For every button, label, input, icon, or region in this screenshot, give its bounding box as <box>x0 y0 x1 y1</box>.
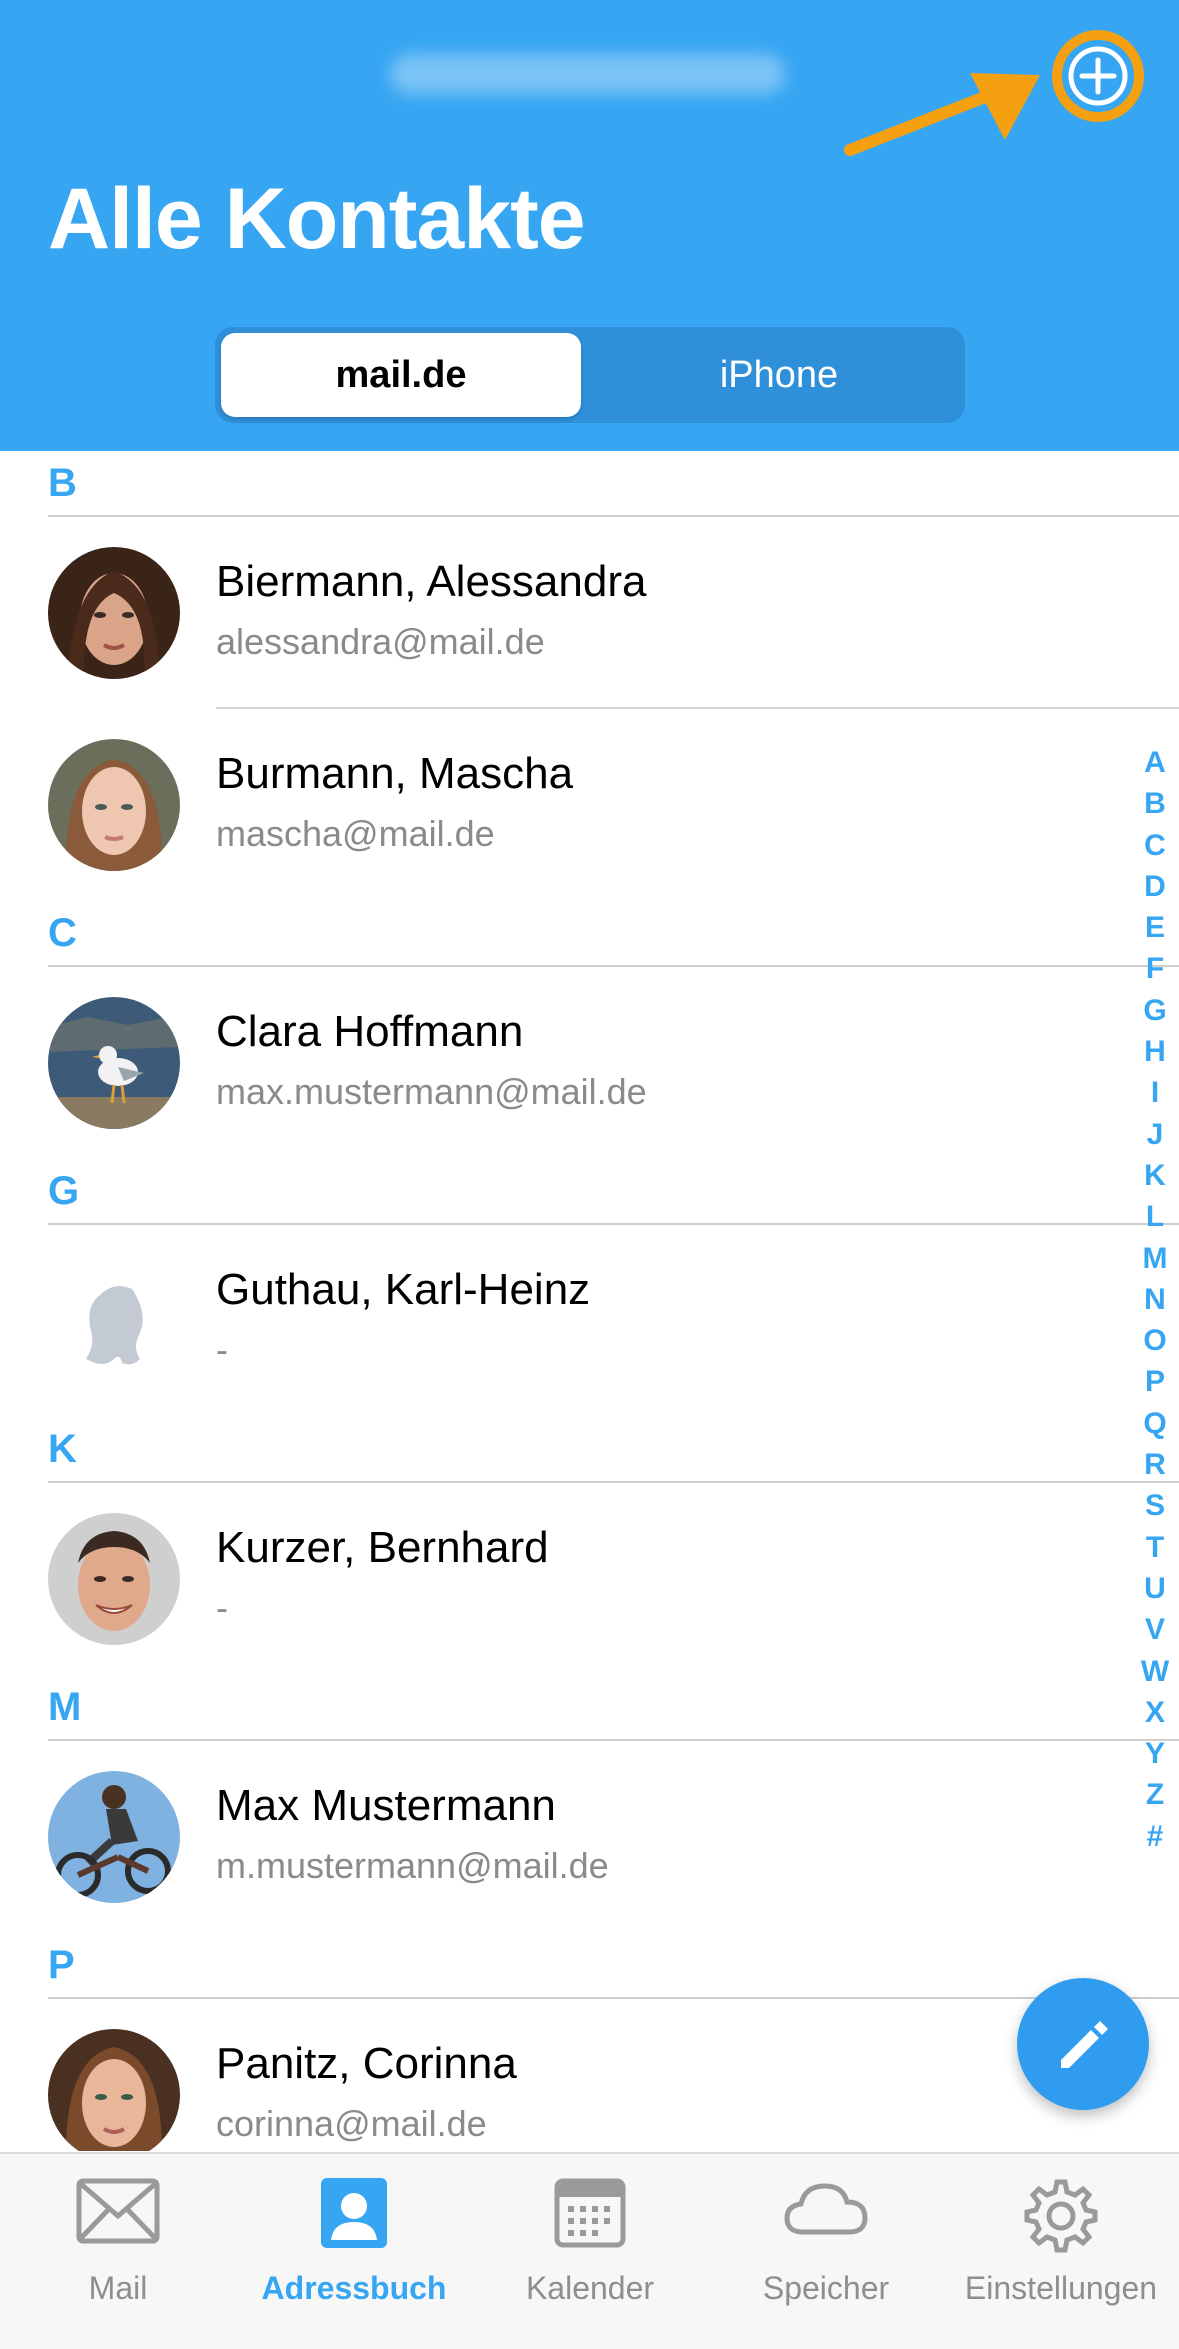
annotation-arrow-icon <box>844 73 1040 156</box>
contact-email: m.mustermann@mail.de <box>216 1845 609 1886</box>
tab-kalender[interactable]: Kalender <box>472 2154 708 2349</box>
plus-icon <box>1068 46 1128 106</box>
alphabet-index-letter[interactable]: P <box>1138 1361 1172 1402</box>
alphabet-index-letter[interactable]: L <box>1138 1196 1172 1237</box>
cloud-icon <box>784 2183 868 2235</box>
contact-name: Clara Hoffmann <box>216 1007 524 1056</box>
alphabet-index-letter[interactable]: D <box>1138 866 1172 907</box>
header: Alle Kontakte mail.de iPhone <box>0 0 1179 451</box>
contact-name: Guthau, Karl-Heinz <box>216 1265 591 1314</box>
contact-name: Kurzer, Bernhard <box>216 1523 549 1572</box>
alphabet-index-letter[interactable]: H <box>1138 1031 1172 1072</box>
contact-row[interactable]: Panitz, Corinna corinna@mail.de <box>0 1999 1130 2151</box>
contact-list[interactable]: B Biermann, Alessandra alessandra@mail.d… <box>0 451 1179 2151</box>
contact-name: Panitz, Corinna <box>216 2039 517 2088</box>
alphabet-index-letter[interactable]: F <box>1138 948 1172 989</box>
alphabet-index-letter[interactable]: S <box>1138 1485 1172 1526</box>
tab-label: Adressbuch <box>261 2270 447 2306</box>
tab-adressbuch[interactable]: Adressbuch <box>236 2154 472 2349</box>
contact-row[interactable]: Clara Hoffmann max.mustermann@mail.de <box>0 967 1130 1157</box>
tab-label: Kalender <box>525 2270 655 2306</box>
tab-label: Speicher <box>762 2270 890 2306</box>
avatar <box>48 547 180 679</box>
alphabet-index-letter[interactable]: K <box>1138 1155 1172 1196</box>
alphabet-index-letter[interactable]: M <box>1138 1238 1172 1279</box>
contact-card-icon <box>321 2178 387 2248</box>
alphabet-index-letter[interactable]: I <box>1138 1072 1172 1113</box>
contact-name: Biermann, Alessandra <box>216 557 647 606</box>
alphabet-index-letter[interactable]: T <box>1138 1527 1172 1568</box>
contact-email: max.mustermann@mail.de <box>216 1071 647 1112</box>
alphabet-index-letter[interactable]: R <box>1138 1444 1172 1485</box>
add-contact-button[interactable] <box>1052 30 1144 122</box>
alphabet-index-letter[interactable]: U <box>1138 1568 1172 1609</box>
avatar <box>48 997 180 1129</box>
contact-row[interactable]: Max Mustermann m.mustermann@mail.de <box>0 1741 1130 1931</box>
alphabet-index[interactable]: A B C D E F G H I J K L M N O P Q R S T U V W X Y Z # <box>1138 742 1172 1857</box>
contact-name: Max Mustermann <box>216 1781 556 1830</box>
alphabet-index-letter[interactable]: C <box>1138 825 1172 866</box>
source-segmented-control: mail.de iPhone <box>215 327 965 423</box>
section-header-p: P <box>48 1943 75 1987</box>
contact-email: mascha@mail.de <box>216 813 495 854</box>
tab-label: Mail <box>88 2270 148 2306</box>
contact-email: - <box>216 1587 228 1628</box>
segment-maildE[interactable]: mail.de <box>221 333 581 417</box>
tab-speicher[interactable]: Speicher <box>708 2154 944 2349</box>
alphabet-index-letter[interactable]: X <box>1138 1692 1172 1733</box>
contact-row[interactable]: Burmann, Mascha mascha@mail.de <box>0 709 1130 899</box>
contact-email: corinna@mail.de <box>216 2103 487 2144</box>
tab-label: Einstellungen <box>964 2270 1158 2306</box>
section-header-c: C <box>48 911 77 955</box>
alphabet-index-letter[interactable]: W <box>1138 1651 1172 1692</box>
section-header-b: B <box>48 461 77 505</box>
tab-bar: Mail Adressbuch Kalender Speicher Einste… <box>0 2152 1179 2349</box>
compose-button[interactable] <box>1017 1978 1149 2110</box>
envelope-icon <box>76 2178 160 2244</box>
alphabet-index-letter[interactable]: # <box>1138 1816 1172 1857</box>
alphabet-index-letter[interactable]: B <box>1138 783 1172 824</box>
gear-icon <box>1024 2179 1098 2253</box>
section-header-m: M <box>48 1685 82 1729</box>
alphabet-index-letter[interactable]: V <box>1138 1609 1172 1650</box>
page-title: Alle Kontakte <box>48 171 586 267</box>
alphabet-index-letter[interactable]: J <box>1138 1114 1172 1155</box>
contact-email: - <box>216 1329 228 1370</box>
avatar <box>48 2029 180 2151</box>
pencil-icon <box>1061 2021 1108 2068</box>
alphabet-index-letter[interactable]: O <box>1138 1320 1172 1361</box>
alphabet-index-letter[interactable]: N <box>1138 1279 1172 1320</box>
avatar <box>48 1513 180 1645</box>
segment-iphone[interactable]: iPhone <box>599 333 959 417</box>
contact-name: Burmann, Mascha <box>216 749 574 798</box>
tab-einstellungen[interactable]: Einstellungen <box>943 2154 1179 2349</box>
tab-mail[interactable]: Mail <box>0 2154 236 2349</box>
alphabet-index-letter[interactable]: G <box>1138 990 1172 1031</box>
alphabet-index-letter[interactable]: E <box>1138 907 1172 948</box>
calendar-icon <box>554 2178 626 2248</box>
avatar-placeholder-icon <box>48 1255 180 1387</box>
alphabet-index-letter[interactable]: Q <box>1138 1403 1172 1444</box>
account-email-blurred <box>390 54 785 94</box>
contact-row[interactable]: Biermann, Alessandra alessandra@mail.de <box>0 517 1130 707</box>
contact-email: alessandra@mail.de <box>216 621 545 662</box>
avatar <box>48 739 180 871</box>
alphabet-index-letter[interactable]: Z <box>1138 1774 1172 1815</box>
avatar <box>48 1771 180 1903</box>
contact-row[interactable]: Guthau, Karl-Heinz - <box>0 1225 1130 1415</box>
section-header-g: G <box>48 1169 80 1213</box>
alphabet-index-letter[interactable]: Y <box>1138 1733 1172 1774</box>
contact-row[interactable]: Kurzer, Bernhard - <box>0 1483 1130 1673</box>
section-header-k: K <box>48 1427 77 1471</box>
alphabet-index-letter[interactable]: A <box>1138 742 1172 783</box>
